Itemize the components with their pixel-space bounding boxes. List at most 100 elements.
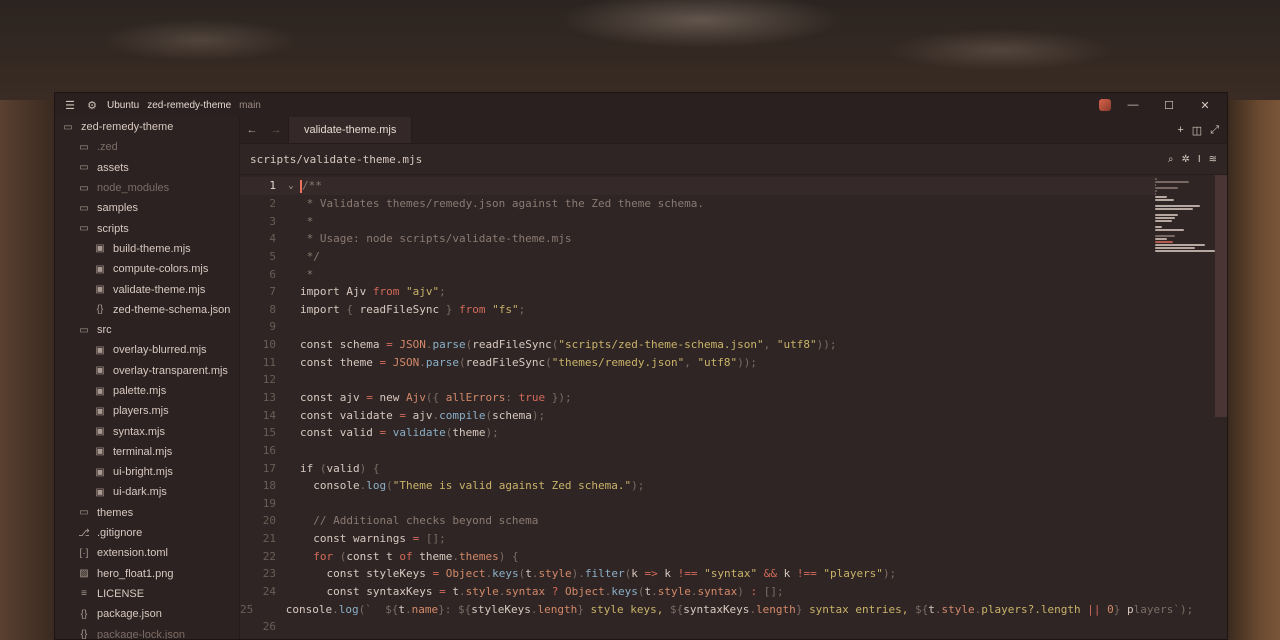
code-line[interactable]: 26 xyxy=(240,618,1155,636)
tree-item[interactable]: ▭ .zed xyxy=(55,137,239,157)
code-token: theme xyxy=(339,355,380,369)
tree-item[interactable]: ▭ assets xyxy=(55,158,239,178)
code-line[interactable]: 4 * Usage: node scripts/validate-theme.m… xyxy=(240,230,1155,248)
code-token: from xyxy=(458,302,493,316)
forward-arrow-icon[interactable]: → xyxy=(271,124,282,136)
menu-icon[interactable]: ☰ xyxy=(63,98,77,112)
back-arrow-icon[interactable]: ← xyxy=(247,124,258,136)
code-token: ); xyxy=(485,426,499,440)
code-token: }); xyxy=(551,391,572,404)
image-file-icon: ▨ xyxy=(79,568,89,580)
code-token: const xyxy=(346,549,387,563)
tree-item[interactable]: ▭ themes xyxy=(55,503,239,523)
breadcrumb: scripts/validate-theme.mjs ⌕ ✲ I ≋ xyxy=(240,144,1227,175)
assistant-icon[interactable]: ✲ xyxy=(1181,154,1189,165)
tree-item[interactable]: {} package.json xyxy=(55,604,239,624)
os-label[interactable]: Ubuntu xyxy=(107,100,139,111)
code-token: ? xyxy=(551,585,565,599)
code-line[interactable]: 8 import { readFileSync } from "fs"; xyxy=(240,300,1155,318)
plus-icon[interactable]: + xyxy=(1177,124,1183,136)
code-lines[interactable]: 1 ⌄/** 2 * Validates themes/remedy.json ag… xyxy=(240,177,1193,636)
tree-item[interactable]: ▣ build-theme.mjs xyxy=(55,239,239,259)
code-line[interactable]: 16 xyxy=(240,442,1155,460)
search-icon[interactable]: ⌕ xyxy=(1168,154,1174,165)
code-line[interactable]: 24 const syntaxKeys = t.style.syntax ? O… xyxy=(240,583,1155,601)
minimap[interactable] xyxy=(1155,177,1215,277)
code-token: (` xyxy=(358,602,386,616)
code-token: ${ xyxy=(457,602,472,616)
code-line[interactable]: 20 // Additional checks beyond schema xyxy=(240,512,1155,530)
tree-item[interactable]: ▣ validate-theme.mjs xyxy=(55,279,239,299)
tree-item[interactable]: ▣ overlay-transparent.mjs xyxy=(55,361,239,381)
tree-item[interactable]: ▭ scripts xyxy=(55,218,239,238)
code-line[interactable]: 3 * xyxy=(240,212,1155,230)
code-line[interactable]: 10 const schema = JSON.parse(readFileSync… xyxy=(240,336,1155,354)
code-token: []; xyxy=(763,585,784,599)
tree-item[interactable]: {} package-lock.json xyxy=(55,624,239,639)
code-line[interactable]: 2 * Validates themes/remedy.json against… xyxy=(240,195,1155,213)
split-pane-icon[interactable]: ◫ xyxy=(1192,124,1202,137)
code-line[interactable]: 21 const warnings = []; xyxy=(240,530,1155,548)
tree-item[interactable]: ▣ compute-colors.mjs xyxy=(55,259,239,279)
tree-item[interactable]: ⎇ .gitignore xyxy=(55,523,239,543)
tree-item[interactable]: ▭ node_modules xyxy=(55,178,239,198)
tree-item[interactable]: ▭ zed-remedy-theme xyxy=(55,117,239,137)
code-token: 0 xyxy=(1107,602,1114,616)
maximize-icon[interactable]: ☐ xyxy=(1155,99,1183,112)
code-line[interactable]: 9 xyxy=(240,318,1155,336)
code-line[interactable]: 15 const valid = validate(theme); xyxy=(240,424,1155,442)
tree-item-label: .zed xyxy=(97,141,118,154)
code-line[interactable]: 6 * xyxy=(240,265,1155,283)
tree-item[interactable]: ▣ palette.mjs xyxy=(55,381,239,401)
close-icon[interactable]: ✕ xyxy=(1191,99,1219,112)
code-line[interactable]: 13 const ajv = new Ajv({ allErrors: true … xyxy=(240,389,1155,407)
chevron-down-icon[interactable]: ⌄ xyxy=(282,181,300,191)
code-editor[interactable]: 1 ⌄/** 2 * Validates themes/remedy.json ag… xyxy=(240,175,1227,639)
code-token: new xyxy=(379,391,406,404)
tree-item[interactable]: ▭ src xyxy=(55,320,239,340)
tree-item[interactable]: [·] extension.toml xyxy=(55,543,239,563)
folder-open-icon: ▭ xyxy=(79,324,89,336)
js-file-icon: ▣ xyxy=(95,466,105,478)
tree-item[interactable]: {} zed-theme-schema.json xyxy=(55,300,239,320)
tree-item[interactable]: ▨ hero_float1.png xyxy=(55,564,239,584)
tree-item[interactable]: ▣ players.mjs xyxy=(55,401,239,421)
minimap-line xyxy=(1155,226,1162,228)
code-line[interactable]: 22 for (const t of theme.themes) { xyxy=(240,547,1155,565)
code-token: = xyxy=(366,391,380,404)
code-token: style xyxy=(657,585,691,599)
code-token: []; xyxy=(425,532,446,546)
code-line[interactable]: 11 const theme = JSON.parse(readFileSync(… xyxy=(240,353,1155,371)
tree-item[interactable]: ▣ overlay-blurred.mjs xyxy=(55,340,239,360)
settings-sliders-icon[interactable]: ≋ xyxy=(1209,154,1217,165)
code-line[interactable]: 1 ⌄/** xyxy=(240,177,1155,195)
tree-item[interactable]: ▭ samples xyxy=(55,198,239,218)
zoom-icon[interactable]: ⤢ xyxy=(1210,124,1219,137)
code-line[interactable]: 7 import Ajv from "ajv"; xyxy=(240,283,1155,301)
text-cursor-icon[interactable]: I xyxy=(1198,154,1201,165)
code-line[interactable]: 25 console.log(` ${t.name}: ${styleKeys.… xyxy=(240,600,1193,618)
code-line[interactable]: 14 const validate = ajv.compile(schema); xyxy=(240,406,1155,424)
code-line[interactable]: 17 if (valid) { xyxy=(240,459,1155,477)
code-line[interactable]: 19 xyxy=(240,495,1155,513)
tree-item[interactable]: ▣ ui-bright.mjs xyxy=(55,462,239,482)
code-line[interactable]: 23 const styleKeys = Object.keys(t.style… xyxy=(240,565,1155,583)
code-token: const xyxy=(300,355,340,369)
code-token: JSON xyxy=(392,355,420,369)
minimize-icon[interactable]: — xyxy=(1119,99,1147,111)
code-line[interactable]: 5 */ xyxy=(240,248,1155,266)
tree-item[interactable]: ▣ syntax.mjs xyxy=(55,421,239,441)
tree-item[interactable]: ≡ LICENSE xyxy=(55,584,239,604)
tab-validate-theme[interactable]: validate-theme.mjs xyxy=(288,117,413,143)
tree-item[interactable]: ▣ ui-dark.mjs xyxy=(55,482,239,502)
branch-label[interactable]: main xyxy=(239,100,261,111)
code-token: Object xyxy=(445,567,486,581)
tree-item[interactable]: ▣ terminal.mjs xyxy=(55,442,239,462)
code-text: const warnings = []; xyxy=(300,532,446,546)
code-line[interactable]: 12 xyxy=(240,371,1155,389)
avatar[interactable] xyxy=(1099,99,1111,111)
scrollbar[interactable] xyxy=(1215,175,1227,417)
code-line[interactable]: 18 console.log("Theme is valid against Z… xyxy=(240,477,1155,495)
project-label[interactable]: zed-remedy-theme xyxy=(147,100,231,111)
breadcrumb-path[interactable]: scripts/validate-theme.mjs xyxy=(250,153,422,166)
